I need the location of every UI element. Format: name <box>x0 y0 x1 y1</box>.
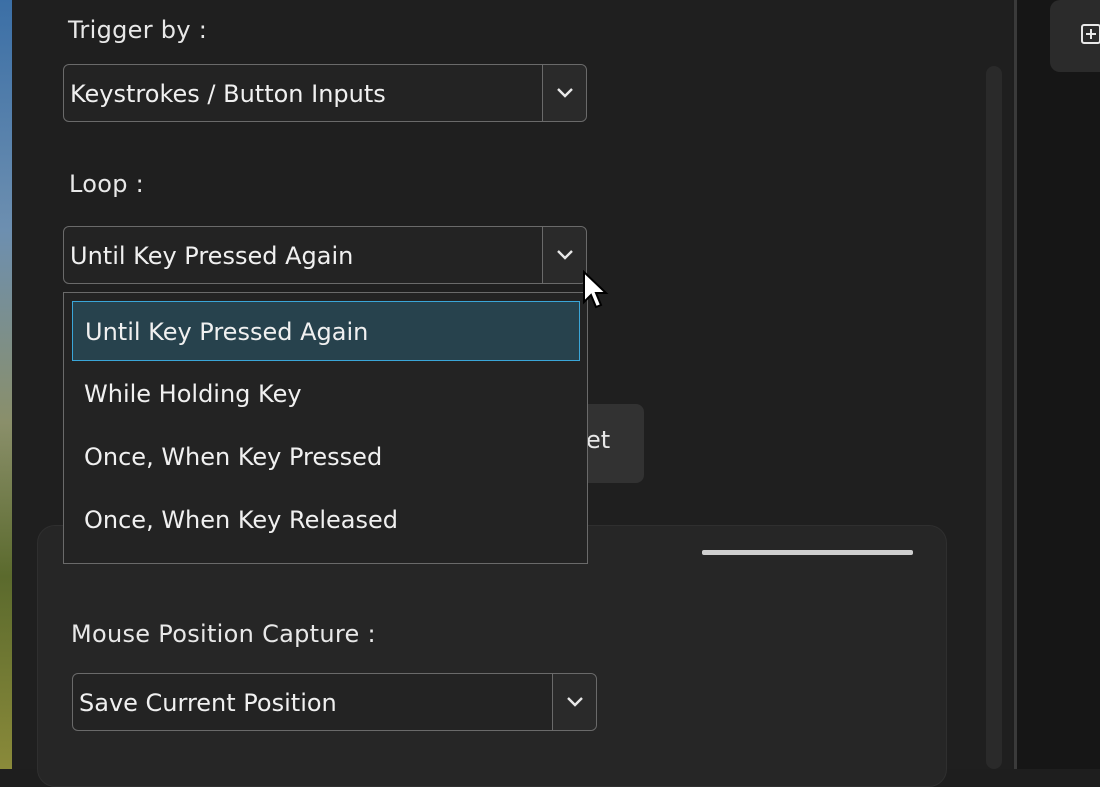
toggle-track[interactable] <box>702 550 913 555</box>
mouse-capture-value: Save Current Position <box>79 689 337 717</box>
chevron-down-icon[interactable] <box>542 227 586 283</box>
loop-option-while-holding-key[interactable]: While Holding Key <box>84 364 302 424</box>
mouse-settings-card: Mouse Position Capture : Save Current Po… <box>37 525 947 787</box>
desktop-wallpaper-strip <box>0 0 12 769</box>
chevron-down-icon[interactable] <box>552 674 596 730</box>
scrollbar[interactable] <box>986 66 1002 769</box>
loop-label: Loop : <box>69 170 145 198</box>
loop-option-once-when-released[interactable]: Once, When Key Released <box>84 490 398 550</box>
trigger-select-value: Keystrokes / Button Inputs <box>70 80 386 108</box>
reset-button-label: et <box>586 426 611 454</box>
chevron-down-icon[interactable] <box>542 65 586 121</box>
trigger-select[interactable]: Keystrokes / Button Inputs <box>63 64 587 122</box>
loop-option-until-key-pressed-again[interactable]: Until Key Pressed Again <box>72 301 580 361</box>
loop-select-value: Until Key Pressed Again <box>70 242 354 270</box>
loop-option-once-when-pressed[interactable]: Once, When Key Pressed <box>84 427 382 487</box>
mouse-capture-select[interactable]: Save Current Position <box>72 673 597 731</box>
loop-dropdown-menu: Until Key Pressed Again While Holding Ke… <box>63 292 588 564</box>
right-panel <box>1017 0 1100 769</box>
mouse-pointer-icon <box>582 269 610 316</box>
trigger-label: Trigger by : <box>68 16 208 44</box>
add-button[interactable] <box>1050 0 1100 72</box>
add-box-icon <box>1080 23 1100 49</box>
loop-select[interactable]: Until Key Pressed Again <box>63 226 587 284</box>
mouse-capture-label: Mouse Position Capture : <box>71 620 376 648</box>
